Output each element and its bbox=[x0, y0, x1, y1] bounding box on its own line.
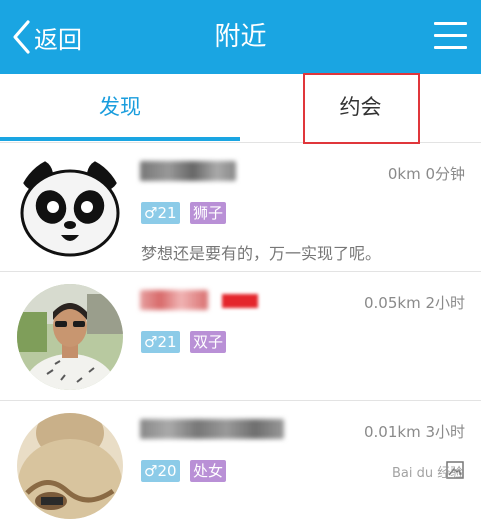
list-item[interactable]: 0km 0分钟 ♂21 狮子 梦想还是要有的，万一实现了呢。 bbox=[0, 143, 481, 271]
sweater-photo-avatar-icon bbox=[17, 413, 123, 519]
tab-bar: 发现 约会 bbox=[0, 74, 481, 143]
nickname-blurred bbox=[140, 419, 284, 439]
title-bar: 返回 附近 bbox=[0, 0, 481, 74]
panda-avatar-icon bbox=[17, 155, 123, 261]
distance-time: 0.05km 2小时 bbox=[363, 294, 465, 312]
zodiac-badge: 狮子 bbox=[190, 202, 227, 224]
distance-time: 0.01km 3小时 bbox=[363, 423, 465, 441]
signature-text: 梦想还是要有的，万一实现了呢。 bbox=[141, 244, 382, 263]
man-photo-avatar-icon bbox=[17, 284, 123, 390]
avatar bbox=[17, 155, 123, 261]
zodiac-badge: 双子 bbox=[190, 331, 227, 353]
page-title: 附近 bbox=[214, 22, 267, 52]
gender-age-badge: ♂21 bbox=[141, 202, 180, 224]
avatar bbox=[17, 413, 123, 519]
gender-age-badge: ♂21 bbox=[141, 331, 180, 353]
active-tab-indicator bbox=[0, 137, 240, 141]
nickname-blurred bbox=[140, 290, 208, 310]
nickname-blurred bbox=[140, 161, 236, 181]
avatar bbox=[17, 284, 123, 390]
distance-time: 0km 0分钟 bbox=[387, 165, 465, 183]
list-item[interactable]: 0.05km 2小时 ♂21 双子 bbox=[0, 272, 481, 400]
tab-discover[interactable]: 发现 bbox=[0, 74, 240, 142]
zodiac-badge: 处女 bbox=[190, 460, 227, 482]
menu-icon[interactable] bbox=[434, 22, 467, 50]
gender-age-badge: ♂20 bbox=[141, 460, 180, 482]
tab-dating[interactable]: 约会 bbox=[240, 74, 481, 142]
watermark: Bai du 经验 bbox=[392, 466, 464, 481]
vip-badge-blurred bbox=[222, 294, 258, 308]
